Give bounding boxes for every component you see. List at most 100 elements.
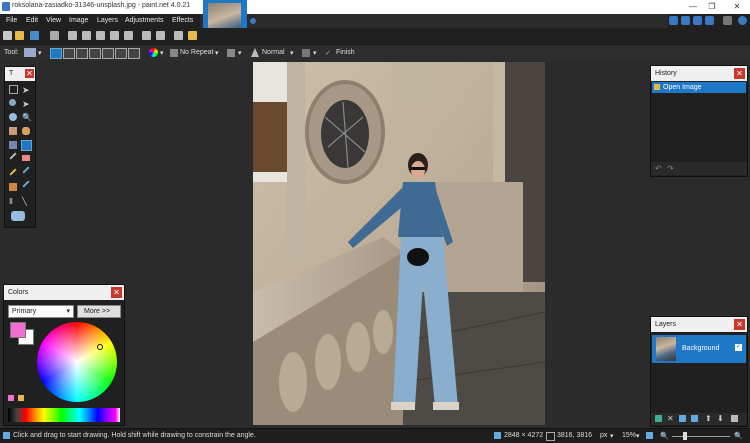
tool-dropdown-arrow[interactable]: ▾ [38, 49, 42, 57]
history-window-icon[interactable] [681, 16, 690, 25]
save-icon[interactable] [30, 31, 39, 40]
image-canvas[interactable] [253, 62, 545, 425]
color-wheel[interactable] [37, 322, 117, 402]
ruler-icon[interactable] [188, 31, 197, 40]
unit-dropdown-arrow[interactable]: ▾ [610, 432, 614, 440]
layer-properties-icon[interactable] [731, 415, 738, 422]
help-icon[interactable] [738, 16, 747, 25]
unit-selector[interactable]: px [600, 432, 607, 439]
style-option-1[interactable] [50, 48, 62, 59]
duplicate-layer-icon[interactable] [679, 415, 686, 422]
pan-icon[interactable] [22, 127, 30, 135]
tools-panel-close-button[interactable]: ✕ [25, 69, 34, 78]
tab-dropdown-icon[interactable] [250, 18, 256, 24]
zoom-in-icon[interactable]: 🔍 [734, 432, 743, 440]
menu-edit[interactable]: Edit [26, 17, 38, 24]
color-dropdown-arrow[interactable]: ▾ [160, 49, 164, 57]
antialias-arrow[interactable]: ▾ [238, 49, 242, 57]
ellipse-select-icon[interactable] [9, 113, 17, 121]
color-mode-select[interactable]: Primary ▾ [8, 305, 74, 318]
paintbrush-icon[interactable] [9, 152, 17, 160]
crop-icon[interactable] [110, 31, 119, 40]
paste-icon[interactable] [96, 31, 105, 40]
layer-visibility-checkbox[interactable]: ✓ [735, 344, 742, 351]
redo-icon[interactable] [156, 31, 165, 40]
recolor-icon[interactable] [22, 180, 30, 188]
eraser-icon[interactable] [22, 155, 30, 161]
history-panel-close-button[interactable]: ✕ [734, 68, 745, 79]
gradient-icon[interactable] [21, 140, 32, 151]
move-selection-icon[interactable]: ➤ [22, 99, 32, 109]
style-option-5[interactable] [102, 48, 114, 59]
lasso-select-icon[interactable] [9, 99, 16, 106]
zoom-icon[interactable]: 🔍 [22, 113, 32, 123]
pencil-icon[interactable] [9, 168, 17, 176]
style-option-2[interactable] [63, 48, 75, 59]
menu-layers[interactable]: Layers [97, 17, 118, 24]
cut-icon[interactable] [68, 31, 77, 40]
zoom-fit-icon[interactable] [646, 432, 653, 439]
style-option-4[interactable] [89, 48, 101, 59]
move-layer-up-icon[interactable]: ⬆ [705, 414, 712, 423]
menu-image[interactable]: Image [69, 17, 88, 24]
magic-wand-icon[interactable] [9, 127, 17, 135]
history-undo-icon[interactable]: ↶ [655, 164, 662, 173]
tools-window-icon[interactable] [669, 16, 678, 25]
settings-icon[interactable] [723, 16, 732, 25]
color-palette-strip[interactable] [8, 408, 120, 422]
style-option-7[interactable] [128, 48, 140, 59]
repeat-mode-dropdown[interactable]: No Repeat [180, 49, 213, 56]
new-file-icon[interactable] [3, 31, 12, 40]
selection-dropdown-arrow[interactable]: ▾ [313, 49, 317, 57]
menu-adjustments[interactable]: Adjustments [125, 17, 164, 24]
color-picker-icon[interactable] [22, 166, 30, 174]
close-window-button[interactable]: ✕ [725, 0, 749, 14]
menu-file[interactable]: File [6, 17, 17, 24]
zoom-slider-handle[interactable] [683, 432, 687, 440]
antialias-icon[interactable] [227, 49, 235, 57]
zoom-slider-track[interactable] [672, 436, 730, 437]
zoom-dropdown-arrow[interactable]: ▾ [636, 432, 640, 440]
history-redo-icon[interactable]: ↷ [667, 164, 674, 173]
paint-bucket-icon[interactable] [9, 141, 17, 149]
grid-icon[interactable] [174, 31, 183, 40]
delete-layer-icon[interactable]: ✕ [667, 414, 674, 423]
layers-window-icon[interactable] [693, 16, 702, 25]
clone-stamp-icon[interactable] [9, 183, 17, 191]
menu-view[interactable]: View [46, 17, 61, 24]
layers-panel-close-button[interactable]: ✕ [734, 319, 745, 330]
selection-mode-icon[interactable] [302, 49, 310, 57]
move-selected-icon[interactable]: ➤ [22, 85, 32, 95]
colors-panel-close-button[interactable]: ✕ [111, 287, 122, 298]
menu-effects[interactable]: Effects [172, 17, 193, 24]
text-tool-icon[interactable]: Ⅱ [9, 197, 19, 207]
zoom-level[interactable]: 15% [622, 432, 636, 439]
deselect-icon[interactable] [124, 31, 133, 40]
maximize-button[interactable]: ❐ [700, 0, 724, 14]
merge-layer-icon[interactable] [691, 415, 698, 422]
move-layer-down-icon[interactable]: ⬇ [717, 414, 724, 423]
copy-icon[interactable] [82, 31, 91, 40]
add-palette-icon[interactable] [8, 395, 14, 401]
finish-button[interactable]: Finish [336, 49, 355, 56]
style-option-6[interactable] [115, 48, 127, 59]
more-colors-button[interactable]: More >> [77, 305, 121, 318]
rectangle-select-icon[interactable] [9, 85, 18, 94]
style-option-3[interactable] [76, 48, 88, 59]
print-icon[interactable] [50, 31, 59, 40]
undo-icon[interactable] [142, 31, 151, 40]
history-item[interactable]: Open Image [652, 82, 746, 93]
layer-row-background[interactable]: Background ✓ [652, 335, 746, 363]
zoom-out-icon[interactable]: 🔍 [660, 432, 669, 440]
primary-color-swatch[interactable] [10, 322, 26, 338]
shapes-icon[interactable] [11, 211, 25, 221]
color-wheel-cursor[interactable] [97, 344, 103, 350]
line-curve-icon[interactable]: ╲ [22, 197, 32, 207]
color-wheel-icon[interactable] [149, 48, 158, 57]
colors-window-icon[interactable] [705, 16, 714, 25]
palette-menu-icon[interactable] [18, 395, 24, 401]
open-file-icon[interactable] [15, 31, 24, 40]
line-tool-icon[interactable] [24, 48, 36, 57]
blend-mode-dropdown[interactable]: Normal [262, 49, 285, 56]
blend-dropdown-arrow[interactable]: ▾ [290, 49, 294, 57]
